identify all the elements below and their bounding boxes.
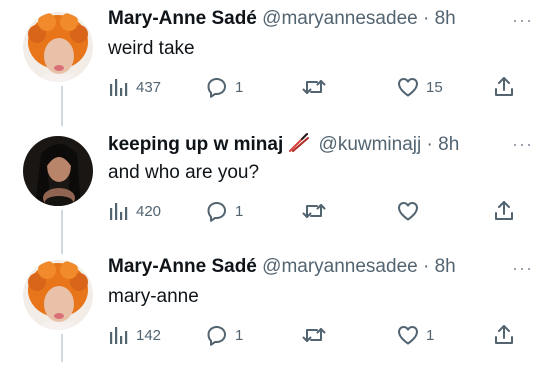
share-button[interactable] [492, 75, 516, 99]
tweet-text: weird take [108, 38, 195, 59]
avatar[interactable] [23, 136, 93, 206]
timestamp[interactable]: 8h [438, 134, 459, 155]
user-handle[interactable]: @maryannesadee [262, 8, 418, 29]
tweet[interactable]: Mary-Anne Sadé @maryannesadee · 8h ··· m… [0, 248, 551, 368]
views-count: 142 [136, 326, 162, 344]
display-name[interactable]: Mary-Anne Sadé [108, 8, 257, 29]
reply-button[interactable]: 1 [205, 323, 243, 347]
separator-dot: · [422, 256, 430, 277]
analytics-icon [108, 324, 130, 346]
analytics-icon [108, 200, 130, 222]
chopsticks-emoji-icon [287, 132, 310, 158]
share-button[interactable] [492, 199, 516, 223]
display-name[interactable]: Mary-Anne Sadé [108, 256, 257, 277]
tweet-actions: 142 1 1 [108, 323, 518, 347]
tweet[interactable]: keeping up w minaj @kuwminajj · 8h ··· a… [0, 124, 551, 244]
tweet-header: keeping up w minaj @kuwminajj · 8h [108, 132, 541, 158]
retweet-button[interactable] [301, 323, 333, 347]
display-name[interactable]: keeping up w minaj [108, 134, 283, 155]
share-icon [492, 323, 516, 347]
like-button[interactable]: 1 [396, 323, 434, 347]
like-button[interactable]: 15 [396, 75, 443, 99]
separator-dot: · [426, 134, 433, 156]
reply-button[interactable]: 1 [205, 75, 243, 99]
share-icon [492, 75, 516, 99]
retweet-button[interactable] [301, 75, 333, 99]
reply-icon [205, 323, 229, 347]
more-options-icon[interactable]: ··· [512, 258, 533, 279]
tweet-header: Mary-Anne Sadé @maryannesadee · 8h [108, 256, 541, 282]
reply-count: 1 [235, 78, 244, 96]
heart-icon [396, 75, 420, 99]
views-button[interactable]: 437 [108, 75, 161, 99]
share-button[interactable] [492, 323, 516, 347]
like-count: 15 [426, 78, 443, 96]
like-button[interactable] [396, 199, 426, 223]
separator-dot: · [422, 8, 430, 29]
avatar[interactable] [23, 260, 93, 330]
tweet-text: and who are you? [108, 162, 260, 183]
reply-button[interactable]: 1 [205, 199, 243, 223]
more-options-icon[interactable]: ··· [512, 134, 533, 155]
share-icon [492, 199, 516, 223]
user-handle[interactable]: @maryannesadee [262, 256, 418, 277]
user-handle[interactable]: @kuwminajj [319, 134, 422, 155]
reply-icon [205, 75, 229, 99]
retweet-icon [301, 199, 327, 223]
heart-icon [396, 199, 420, 223]
avatar[interactable] [23, 12, 93, 82]
tweet-actions: 420 1 [108, 199, 518, 223]
retweet-button[interactable] [301, 199, 333, 223]
tweet-actions: 437 1 15 [108, 75, 518, 99]
reply-count: 1 [235, 202, 244, 220]
like-count: 1 [426, 326, 435, 344]
views-button[interactable]: 142 [108, 323, 161, 347]
reply-count: 1 [235, 326, 244, 344]
heart-icon [396, 323, 420, 347]
tweet-text: mary-anne [108, 286, 199, 307]
tweet[interactable]: Mary-Anne Sadé @maryannesadee · 8h ··· w… [0, 0, 551, 120]
tweet-header: Mary-Anne Sadé @maryannesadee · 8h [108, 8, 541, 34]
retweet-icon [301, 323, 327, 347]
reply-icon [205, 199, 229, 223]
timestamp[interactable]: 8h [435, 8, 456, 29]
views-count: 437 [136, 78, 162, 96]
analytics-icon [108, 76, 130, 98]
views-button[interactable]: 420 [108, 199, 161, 223]
views-count: 420 [136, 202, 162, 220]
retweet-icon [301, 75, 327, 99]
more-options-icon[interactable]: ··· [512, 10, 533, 31]
timestamp[interactable]: 8h [435, 256, 456, 277]
